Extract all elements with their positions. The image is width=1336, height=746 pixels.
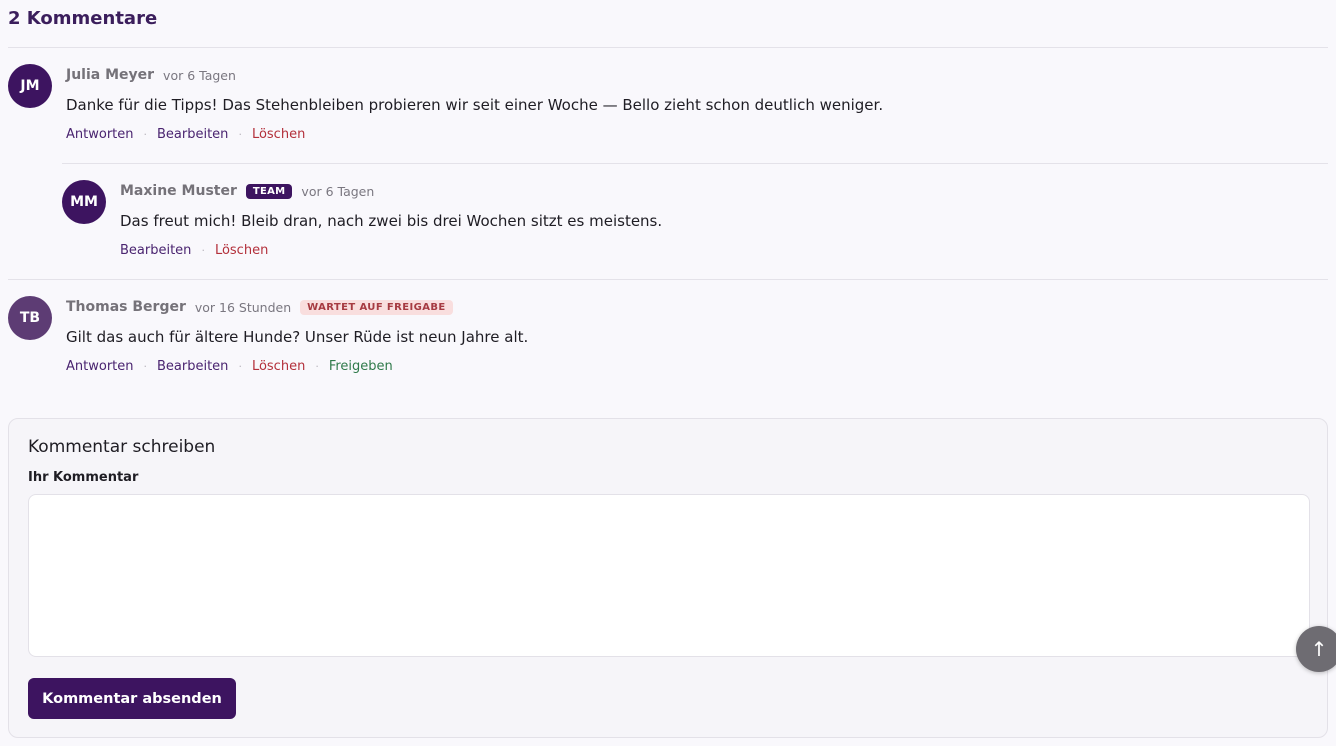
- edit-link[interactable]: Bearbeiten: [157, 359, 228, 374]
- avatar: MM: [62, 180, 106, 224]
- delete-link[interactable]: Löschen: [252, 127, 305, 142]
- separator: ·: [143, 360, 148, 373]
- pending-approval-badge: WARTET AUF FREIGABE: [300, 299, 453, 315]
- separator: ·: [201, 244, 205, 257]
- comment-field-label: Ihr Kommentar: [28, 470, 139, 485]
- comment-author: Maxine Muster: [120, 183, 237, 199]
- reply-link[interactable]: Antworten: [66, 127, 134, 142]
- arrow-up-icon: ↑: [1310, 637, 1328, 661]
- comment-time: vor 6 Tagen: [301, 183, 375, 199]
- comments-heading: 2 Kommentare: [8, 8, 158, 29]
- divider: [8, 47, 1328, 48]
- comment-time: vor 6 Tagen: [163, 67, 236, 83]
- divider: [8, 279, 1328, 280]
- comment-textarea[interactable]: [28, 494, 1310, 657]
- scroll-to-top-button[interactable]: ↑: [1296, 626, 1336, 672]
- comment-time: vor 16 Stunden: [194, 299, 292, 315]
- comment-author: Julia Meyer: [66, 67, 155, 83]
- delete-link[interactable]: Löschen: [252, 359, 305, 374]
- delete-link[interactable]: Löschen: [215, 243, 268, 258]
- edit-link[interactable]: Bearbeiten: [157, 127, 228, 142]
- comment-text: Das freut mich! Bleib dran, nach zwei bi…: [120, 212, 663, 230]
- submit-comment-button[interactable]: Kommentar absenden: [28, 678, 236, 719]
- approve-link[interactable]: Freigeben: [329, 359, 393, 374]
- comment-text: Danke für die Tipps! Das Stehenbleiben p…: [66, 96, 884, 114]
- divider: [62, 163, 1328, 164]
- form-title: Kommentar schreiben: [28, 437, 216, 457]
- comment-author: Thomas Berger: [66, 299, 186, 315]
- avatar: TB: [8, 296, 52, 340]
- comment-form: Kommentar schreiben Ihr Kommentar Kommen…: [8, 418, 1328, 738]
- reply-link[interactable]: Antworten: [66, 359, 134, 374]
- team-badge: TEAM: [245, 183, 293, 199]
- separator: ·: [143, 128, 148, 141]
- comment-text: Gilt das auch für ältere Hunde? Unser Rü…: [66, 328, 529, 346]
- separator: ·: [238, 360, 242, 373]
- separator: ·: [238, 128, 242, 141]
- avatar: JM: [8, 64, 52, 108]
- edit-link[interactable]: Bearbeiten: [120, 243, 191, 258]
- separator: ·: [315, 360, 319, 373]
